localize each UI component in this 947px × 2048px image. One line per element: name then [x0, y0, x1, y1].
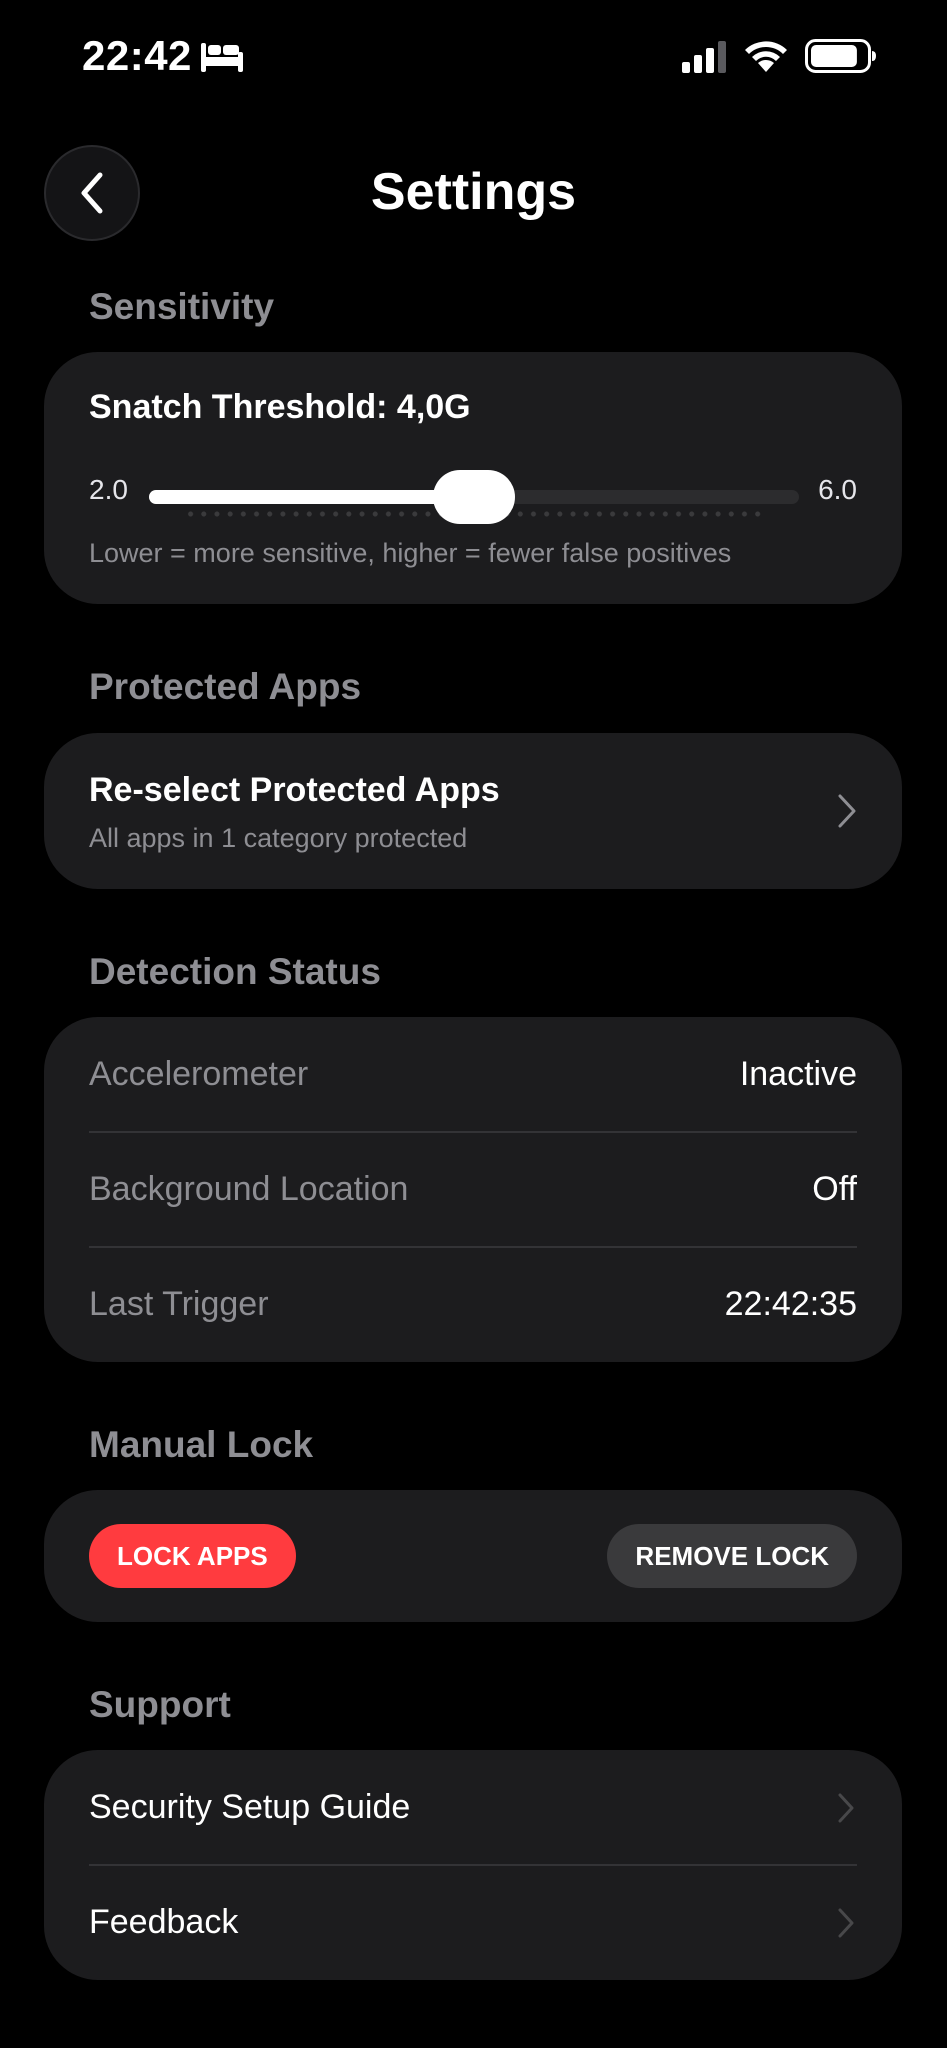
slider-min-label: 2.0 — [89, 474, 128, 505]
status-value: Inactive — [739, 1055, 857, 1093]
slider-hint: Lower = more sensitive, higher = fewer f… — [89, 538, 732, 568]
threshold-slider[interactable] — [149, 467, 799, 527]
cellular-signal-icon — [682, 41, 726, 73]
status-row-last-trigger: Last Trigger 22:42:35 — [89, 1247, 857, 1362]
remove-lock-button[interactable]: REMOVE LOCK — [607, 1524, 857, 1588]
section-label-protected-apps: Protected Apps — [89, 666, 362, 707]
chevron-right-icon — [838, 1793, 854, 1823]
wifi-icon — [745, 41, 787, 72]
bed-icon — [201, 43, 243, 72]
slider-thumb[interactable] — [433, 470, 515, 524]
status-time: 22:42 — [82, 32, 192, 79]
detection-status-card: Accelerometer Inactive Background Locati… — [44, 1017, 902, 1362]
section-label-sensitivity: Sensitivity — [89, 286, 275, 327]
protected-apps-card: Re-select Protected Apps All apps in 1 c… — [44, 733, 902, 889]
support-item-label: Security Setup Guide — [89, 1788, 411, 1826]
status-row-accelerometer: Accelerometer Inactive — [89, 1017, 857, 1132]
manual-lock-card: LOCK APPS REMOVE LOCK — [44, 1490, 902, 1622]
chevron-right-icon — [838, 1908, 854, 1938]
status-bar: 22:42 — [0, 0, 947, 110]
slider-max-label: 6.0 — [818, 474, 857, 505]
slider-fill — [149, 490, 474, 504]
protected-apps-subtitle: All apps in 1 category protected — [89, 823, 468, 853]
status-value: 22:42:35 — [724, 1285, 857, 1323]
section-label-support: Support — [89, 1684, 231, 1725]
reselect-protected-apps-row[interactable]: Re-select Protected Apps All apps in 1 c… — [44, 733, 902, 889]
chevron-right-icon — [838, 794, 856, 828]
status-label: Last Trigger — [89, 1285, 269, 1323]
sensitivity-card: Snatch Threshold: 4,0G 2.0 6.0 Lower = m… — [44, 352, 902, 604]
section-label-manual-lock: Manual Lock — [89, 1424, 314, 1465]
status-label: Background Location — [89, 1170, 409, 1208]
feedback-row[interactable]: Feedback — [44, 1865, 902, 1980]
support-item-label: Feedback — [89, 1903, 239, 1941]
status-value: Off — [812, 1170, 857, 1208]
lock-apps-button[interactable]: LOCK APPS — [89, 1524, 296, 1588]
status-label: Accelerometer — [89, 1055, 309, 1093]
support-card: Security Setup Guide Feedback — [44, 1750, 902, 1980]
security-setup-guide-row[interactable]: Security Setup Guide — [44, 1750, 902, 1865]
status-row-background-location: Background Location Off — [89, 1132, 857, 1247]
battery-icon — [805, 39, 876, 73]
threshold-label: Snatch Threshold: 4,0G — [89, 388, 471, 426]
page-title: Settings — [370, 163, 577, 221]
section-label-detection-status: Detection Status — [89, 951, 381, 992]
reselect-protected-apps-title: Re-select Protected Apps — [89, 771, 500, 809]
